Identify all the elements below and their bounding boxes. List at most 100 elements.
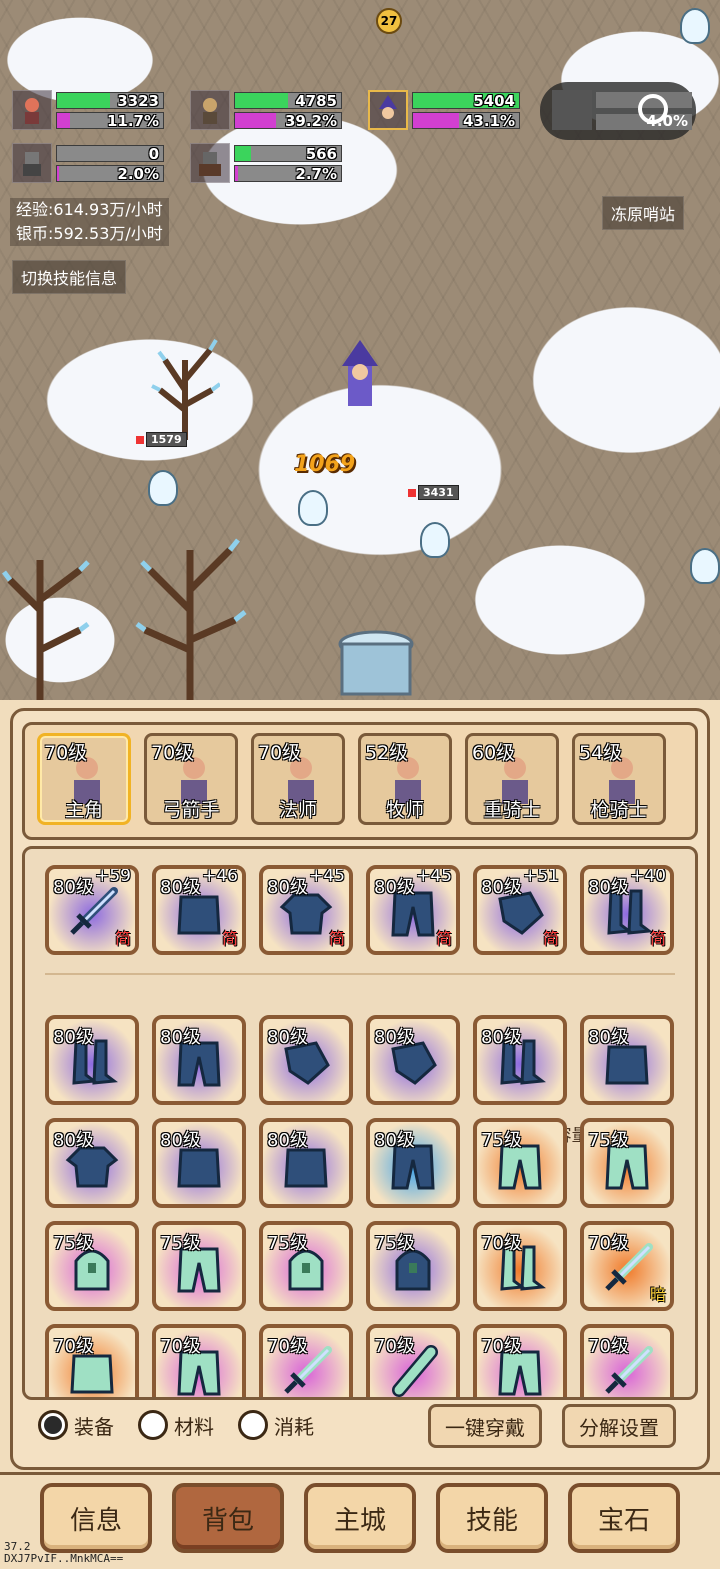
hero-card[interactable]: 70级 弓箭手	[144, 733, 238, 825]
equipped-slot[interactable]: 80级 +46 简	[152, 865, 246, 955]
party-member-1[interactable]: 3323 11.7%	[12, 90, 164, 130]
equip-all-button[interactable]: 一键穿戴	[428, 1404, 542, 1448]
hp-bar: 3323	[56, 91, 164, 110]
inventory-slot[interactable]: 80级	[366, 1015, 460, 1105]
item-level: 70级	[481, 1233, 522, 1254]
mage-portrait-icon	[368, 90, 408, 130]
debug-id: DXJ7PvIF..MnkMCA==	[4, 1552, 124, 1565]
ice-ghost-enemy-icon[interactable]	[680, 8, 710, 44]
inventory-slot[interactable]: 70级 暗	[580, 1221, 674, 1311]
inventory-slot[interactable]: 75级	[366, 1221, 460, 1311]
equipped-slot[interactable]: 80级 +59 简	[45, 865, 139, 955]
ice-ghost-enemy-icon[interactable]	[420, 522, 450, 558]
inventory-slot[interactable]: 80级	[152, 1118, 246, 1208]
equipped-slot[interactable]: 80级 +45 简	[366, 865, 460, 955]
damage-number: 1069	[294, 452, 356, 477]
item-level: 80级	[267, 1027, 308, 1048]
enemy-hp-bar: 3431	[408, 485, 459, 500]
inventory-slot[interactable]: 70级	[473, 1324, 567, 1397]
hp-value: 3323	[117, 91, 159, 110]
inventory-slot[interactable]: 75级	[45, 1221, 139, 1311]
inventory-slot[interactable]: 70级	[366, 1324, 460, 1397]
hero-name: 牧师	[385, 799, 424, 821]
item-level: 80级	[160, 1130, 201, 1151]
inventory-slot[interactable]: 80级	[366, 1118, 460, 1208]
ice-ghost-enemy-icon[interactable]	[690, 548, 720, 584]
inventory-slot[interactable]: 70级	[580, 1324, 674, 1397]
hp-value: 0	[148, 144, 159, 163]
inventory-slot[interactable]: 75级	[259, 1221, 353, 1311]
equipped-slot[interactable]: 80级 +51 简	[473, 865, 567, 955]
decompose-settings-button[interactable]: 分解设置	[562, 1404, 676, 1448]
inventory-slot[interactable]: 70级	[259, 1324, 353, 1397]
mp-bar: 2.0%	[56, 164, 164, 183]
nav-gems-button[interactable]: 宝石	[568, 1483, 680, 1553]
party-member-4-panel[interactable]: 4.0%	[540, 82, 696, 140]
inventory-slot[interactable]: 80级	[152, 1015, 246, 1105]
party-member-3[interactable]: 5404 43.1%	[368, 90, 520, 130]
equipped-slot[interactable]: 80级 +45 简	[259, 865, 353, 955]
item-tag: 简	[649, 929, 666, 948]
exp-rate: 经验:614.93万/小时	[16, 200, 163, 219]
hero-level: 70级	[151, 742, 195, 764]
filter-equipment[interactable]: 装备	[38, 1410, 114, 1440]
hero-card[interactable]: 54级 枪骑士	[572, 733, 666, 825]
inventory-slot[interactable]: 75级	[473, 1118, 567, 1208]
item-level: 70级	[588, 1233, 629, 1254]
divider	[45, 973, 675, 975]
nav-bag-button[interactable]: 背包	[172, 1483, 284, 1553]
party-member-5[interactable]: 0 2.0%	[12, 143, 164, 183]
party-member-2[interactable]: 4785 39.2%	[190, 90, 342, 130]
item-level: 80级	[53, 1027, 94, 1048]
hero-card[interactable]: 60级 重骑士	[465, 733, 559, 825]
equipped-slot[interactable]: 80级 +40 简	[580, 865, 674, 955]
item-level: 75级	[588, 1130, 629, 1151]
mage-player-icon	[342, 340, 378, 406]
inventory-slot[interactable]: 70级	[152, 1324, 246, 1397]
enemy-hp-bar: 1579	[136, 432, 187, 447]
inventory-slot[interactable]: 80级	[45, 1015, 139, 1105]
nav-skills-button[interactable]: 技能	[436, 1483, 548, 1553]
enhance-level: +51	[523, 866, 559, 886]
hp-bar: 4785	[234, 91, 342, 110]
item-level: 80级	[374, 1027, 415, 1048]
frozen-tree-icon	[151, 338, 220, 440]
warrior-portrait-icon	[12, 90, 52, 130]
inventory-slot[interactable]: 80级	[473, 1015, 567, 1105]
mp-percent: 2.7%	[295, 164, 337, 183]
item-level: 80级	[588, 1027, 629, 1048]
frozen-tree-icon	[2, 560, 90, 700]
battle-map: 27 3323 11.7% 4785 39.2% 5404 43.1% 4.0%	[0, 0, 720, 720]
party-member-6[interactable]: 566 2.7%	[190, 143, 342, 183]
mp-bar: 11.7%	[56, 111, 164, 130]
auto-target-icon[interactable]	[638, 94, 668, 124]
filter-materials[interactable]: 材料	[138, 1410, 214, 1440]
hero-card[interactable]: 70级 法师	[251, 733, 345, 825]
hp-bar: 0	[56, 144, 164, 163]
inventory-slot[interactable]: 70级	[45, 1324, 139, 1397]
item-level: 70级	[588, 1336, 629, 1357]
item-level: 70级	[374, 1336, 415, 1357]
filter-consumables[interactable]: 消耗	[238, 1410, 314, 1440]
radio-icon	[238, 1410, 268, 1440]
equipment-grid: 80级 +59 简 80级 +46 简 80级 +45 简 80级 +45 简 …	[22, 846, 698, 1400]
mp-bar: 2.7%	[234, 164, 342, 183]
inventory-slot[interactable]: 80级	[259, 1118, 353, 1208]
hero-card[interactable]: 52级 牧师	[358, 733, 452, 825]
mp-bar: 39.2%	[234, 111, 342, 130]
nav-city-button[interactable]: 主城	[304, 1483, 416, 1553]
ice-ghost-enemy-icon[interactable]	[298, 490, 328, 526]
toggle-skill-info-button[interactable]: 切换技能信息	[12, 260, 127, 294]
item-level: 80级	[481, 1027, 522, 1048]
tree-stump-icon	[338, 630, 414, 696]
hero-card[interactable]: 70级 主角	[37, 733, 131, 825]
item-level: 80级	[481, 877, 522, 898]
inventory-slot[interactable]: 75级	[580, 1118, 674, 1208]
inventory-slot[interactable]: 75级	[152, 1221, 246, 1311]
inventory-slot[interactable]: 80级	[45, 1118, 139, 1208]
ice-ghost-enemy-icon[interactable]	[148, 470, 178, 506]
inventory-slot[interactable]: 80级	[580, 1015, 674, 1105]
inventory-slot[interactable]: 70级	[473, 1221, 567, 1311]
hero-name: 枪骑士	[590, 799, 648, 821]
inventory-slot[interactable]: 80级	[259, 1015, 353, 1105]
